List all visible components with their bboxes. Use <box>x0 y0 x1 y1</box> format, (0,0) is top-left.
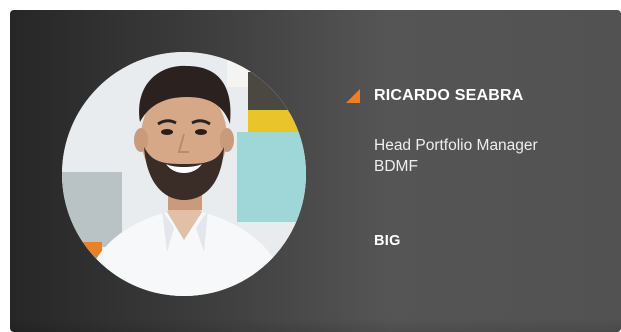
orange-triangle-icon <box>346 89 360 103</box>
portrait-image <box>62 52 306 296</box>
profile-card: RICARDO SEABRA Head Portfolio Manager BD… <box>10 10 621 332</box>
person-name: RICARDO SEABRA <box>374 87 524 104</box>
company-name: BIG <box>374 233 401 249</box>
name-row: RICARDO SEABRA <box>346 87 523 105</box>
role-fund: BDMF <box>374 158 418 175</box>
profile-photo <box>62 52 306 296</box>
role-title: Head Portfolio Manager <box>374 137 538 154</box>
person-role: Head Portfolio Manager BDMF <box>374 135 538 177</box>
